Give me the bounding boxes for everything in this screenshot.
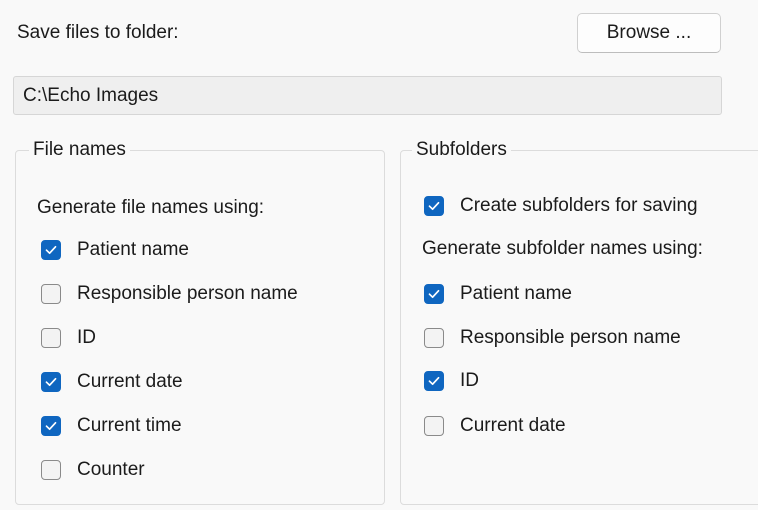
- option-label: Current time: [77, 415, 182, 436]
- checkmark-icon: [45, 377, 57, 387]
- create-subfolders-option[interactable]: Create subfolders for saving: [424, 192, 698, 220]
- checkbox[interactable]: [41, 460, 61, 480]
- checkmark-icon: [428, 376, 440, 386]
- checkbox[interactable]: [424, 328, 444, 348]
- option-label: Responsible person name: [77, 283, 298, 304]
- subfolder-option-current-date[interactable]: Current date: [424, 412, 566, 440]
- option-label: Responsible person name: [460, 327, 681, 348]
- checkbox[interactable]: [41, 416, 61, 436]
- checkbox[interactable]: [41, 240, 61, 260]
- option-label: ID: [77, 327, 96, 348]
- option-label: Counter: [77, 459, 145, 480]
- file-names-subtitle: Generate file names using:: [37, 197, 265, 218]
- save-settings-panel: Save files to folder: Browse ... C:\Echo…: [0, 0, 758, 510]
- checkmark-icon: [45, 421, 57, 431]
- checkmark-icon: [428, 289, 440, 299]
- file-option-id[interactable]: ID: [41, 324, 96, 352]
- subfolders-subtitle: Generate subfolder names using:: [422, 238, 703, 259]
- checkbox[interactable]: [41, 284, 61, 304]
- subfolder-option-patient-name[interactable]: Patient name: [424, 280, 572, 308]
- file-names-group-title: File names: [29, 138, 130, 162]
- subfolder-option-responsible-person-name[interactable]: Responsible person name: [424, 324, 681, 352]
- save-folder-label: Save files to folder:: [17, 22, 179, 43]
- option-label: ID: [460, 370, 479, 391]
- checkbox[interactable]: [424, 416, 444, 436]
- checkmark-icon: [428, 201, 440, 211]
- checkbox[interactable]: [41, 328, 61, 348]
- option-label: Current date: [460, 415, 566, 436]
- checkbox[interactable]: [424, 196, 444, 216]
- file-option-patient-name[interactable]: Patient name: [41, 236, 189, 264]
- subfolder-option-id[interactable]: ID: [424, 367, 479, 395]
- folder-path-field[interactable]: C:\Echo Images: [13, 76, 722, 115]
- browse-button[interactable]: Browse ...: [577, 13, 721, 53]
- checkbox[interactable]: [424, 284, 444, 304]
- option-label: Current date: [77, 371, 183, 392]
- file-option-current-time[interactable]: Current time: [41, 412, 182, 440]
- checkbox[interactable]: [41, 372, 61, 392]
- checkmark-icon: [45, 245, 57, 255]
- checkbox[interactable]: [424, 371, 444, 391]
- option-label: Create subfolders for saving: [460, 195, 698, 216]
- file-option-responsible-person-name[interactable]: Responsible person name: [41, 280, 298, 308]
- file-option-current-date[interactable]: Current date: [41, 368, 183, 396]
- file-option-counter[interactable]: Counter: [41, 456, 145, 484]
- option-label: Patient name: [460, 283, 572, 304]
- option-label: Patient name: [77, 239, 189, 260]
- subfolders-group-title: Subfolders: [412, 138, 511, 162]
